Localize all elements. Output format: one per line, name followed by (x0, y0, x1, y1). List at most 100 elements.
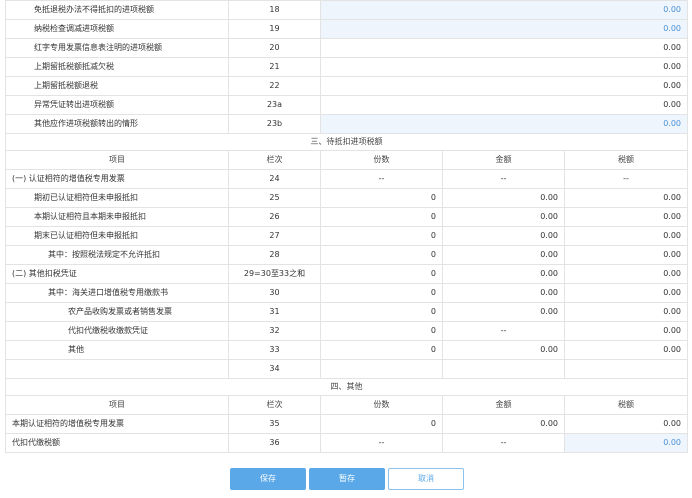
row-number: 31 (228, 302, 321, 322)
count-field[interactable]: 0 (320, 340, 443, 360)
draft-button[interactable]: 暂存 (309, 468, 385, 490)
tax-field[interactable]: 0.00 (563, 433, 689, 453)
table-row: 红字专用发票信息表注明的进项税额 20 0.00 (5, 38, 689, 58)
row-number: 35 (228, 414, 321, 434)
amount-field[interactable]: 0.00 (442, 188, 565, 208)
table-row: 农产品收购发票或者销售发票 31 0 0.00 0.00 (5, 302, 689, 322)
count-field: -- (320, 169, 443, 189)
header-item: 项目 (5, 395, 229, 415)
header-count: 份数 (320, 395, 443, 415)
count-field[interactable]: 0 (320, 207, 443, 227)
table-row: 本期认证相符且本期未申报抵扣 26 0 0.00 0.00 (5, 207, 689, 227)
table-row: 期初已认证相符但未申报抵扣 25 0 0.00 0.00 (5, 188, 689, 208)
header-amount: 金额 (442, 395, 565, 415)
amount-field[interactable] (442, 359, 565, 379)
cancel-button[interactable]: 取消 (388, 468, 464, 490)
section-title-row: 四、其他 (4, 378, 689, 396)
row-label: 纳税检查调减进项税额 (5, 19, 229, 39)
row-number: 25 (228, 188, 321, 208)
tax-field[interactable]: 0.00 (563, 207, 689, 227)
row-label: 代扣代缴税收缴款凭证 (5, 321, 229, 341)
table-row: 其中：海关进口增值税专用缴款书 30 0 0.00 0.00 (5, 283, 689, 303)
section-4-title: 四、其他 (4, 378, 689, 396)
tax-field: -- (563, 169, 689, 189)
tax-amount-field[interactable]: 0.00 (319, 19, 689, 39)
table-row: 纳税检查调减进项税额 19 0.00 (5, 19, 689, 39)
amount-field[interactable]: 0.00 (442, 245, 565, 265)
tax-field[interactable]: 0.00 (563, 302, 689, 322)
row-number: 29=30至33之和 (228, 264, 321, 284)
section-3-title: 三、待抵扣进项税额 (4, 133, 689, 151)
save-button[interactable]: 保存 (230, 468, 306, 490)
row-number: 20 (228, 38, 321, 58)
row-label: 其中：按照税法规定不允许抵扣 (5, 245, 229, 265)
row-label: 代扣代缴税额 (5, 433, 229, 453)
amount-field[interactable]: 0.00 (442, 207, 565, 227)
row-number: 23a (228, 95, 321, 115)
tax-field[interactable]: 0.00 (563, 226, 689, 246)
row-number: 18 (228, 0, 321, 20)
amount-field[interactable]: 0.00 (442, 340, 565, 360)
row-label: (一) 认证相符的增值税专用发票 (5, 169, 229, 189)
tax-field[interactable]: 0.00 (563, 340, 689, 360)
tax-amount-field[interactable]: 0.00 (319, 57, 689, 77)
row-number: 21 (228, 57, 321, 77)
count-field[interactable]: 0 (320, 283, 443, 303)
row-label: (二) 其他扣税凭证 (5, 264, 229, 284)
row-label: 其他应作进项税额转出的情形 (5, 114, 229, 134)
tax-field[interactable]: 0.00 (563, 321, 689, 341)
section-4-rows: 本期认证相符的增值税专用发票 35 0 0.00 0.00 代扣代缴税额 36 -- -- 0.0… (5, 414, 689, 453)
table-row: 代扣代缴税额 36 -- -- 0.00 (5, 433, 689, 453)
count-field[interactable]: 0 (320, 302, 443, 322)
count-field[interactable]: 0 (320, 264, 443, 284)
count-field[interactable]: 0 (320, 414, 443, 434)
tax-field[interactable]: 0.00 (563, 245, 689, 265)
row-number: 24 (228, 169, 321, 189)
amount-field[interactable]: 0.00 (442, 283, 565, 303)
row-number: 34 (228, 359, 321, 379)
tax-field[interactable]: 0.00 (563, 188, 689, 208)
header-amount: 金额 (442, 150, 565, 170)
row-number: 27 (228, 226, 321, 246)
count-field[interactable] (320, 359, 443, 379)
row-number: 28 (228, 245, 321, 265)
row-label (5, 359, 229, 379)
table-row: 代扣代缴税收缴款凭证 32 0 -- 0.00 (5, 321, 689, 341)
row-number: 19 (228, 19, 321, 39)
row-number: 36 (228, 433, 321, 453)
tax-amount-field[interactable]: 0.00 (319, 114, 689, 134)
row-label: 期末已认证相符但未申报抵扣 (5, 226, 229, 246)
row-label: 农产品收购发票或者销售发票 (5, 302, 229, 322)
tax-field[interactable] (563, 359, 689, 379)
tax-amount-field[interactable]: 0.00 (319, 0, 689, 20)
amount-field[interactable]: 0.00 (442, 226, 565, 246)
count-field[interactable]: 0 (320, 188, 443, 208)
tax-field[interactable]: 0.00 (563, 414, 689, 434)
tax-field[interactable]: 0.00 (563, 264, 689, 284)
amount-field[interactable]: 0.00 (442, 302, 565, 322)
section-title-row: 三、待抵扣进项税额 (4, 133, 689, 151)
amount-field: -- (442, 169, 565, 189)
tax-amount-field[interactable]: 0.00 (319, 76, 689, 96)
row-number: 23b (228, 114, 321, 134)
deduction-form: 免抵退税办法不得抵扣的进项税额 18 0.00 纳税检查调减进项税额 19 0.00 红字专… (0, 0, 692, 453)
tax-amount-field[interactable]: 0.00 (319, 38, 689, 58)
table-row: 免抵退税办法不得抵扣的进项税额 18 0.00 (5, 0, 689, 20)
count-field[interactable]: 0 (320, 321, 443, 341)
amount-field[interactable]: 0.00 (442, 264, 565, 284)
section-4: 四、其他 项目 栏次 份数 金额 税额 (4, 378, 689, 415)
top-rows: 免抵退税办法不得抵扣的进项税额 18 0.00 纳税检查调减进项税额 19 0.00 红字专… (5, 0, 689, 134)
header-row: 项目 栏次 份数 金额 税额 (5, 150, 689, 170)
tax-table: 免抵退税办法不得抵扣的进项税额 18 0.00 纳税检查调减进项税额 19 0.00 红字专… (4, 0, 689, 453)
count-field[interactable]: 0 (320, 245, 443, 265)
count-field[interactable]: 0 (320, 226, 443, 246)
table-row: (一) 认证相符的增值税专用发票 24 -- -- -- (5, 169, 689, 189)
tax-field[interactable]: 0.00 (563, 283, 689, 303)
table-row: 其他 33 0 0.00 0.00 (5, 340, 689, 360)
section-3: 三、待抵扣进项税额 项目 栏次 份数 金额 税额 (4, 133, 689, 170)
tax-amount-field[interactable]: 0.00 (319, 95, 689, 115)
row-label: 期初已认证相符但未申报抵扣 (5, 188, 229, 208)
amount-field[interactable]: 0.00 (442, 414, 565, 434)
row-number: 22 (228, 76, 321, 96)
row-label: 免抵退税办法不得抵扣的进项税额 (5, 0, 229, 20)
